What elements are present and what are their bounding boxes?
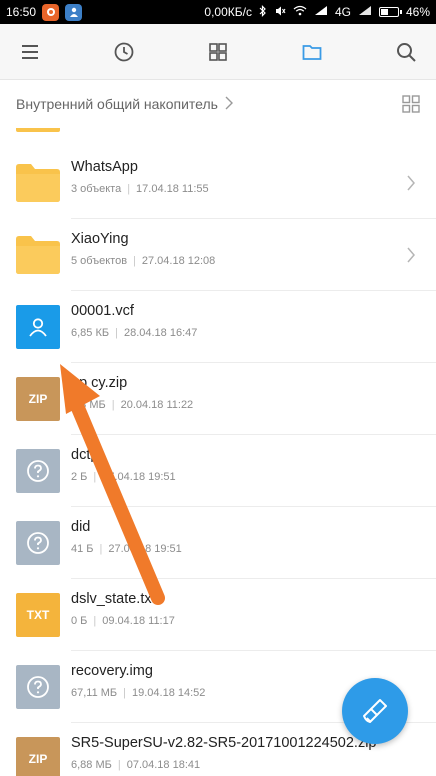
unknown-file-icon xyxy=(16,665,60,709)
list-item[interactable]: did 41 Б | 27.04.18 19:51 xyxy=(0,507,436,579)
file-name: dslv_state.txt xyxy=(71,591,156,607)
file-date: 07.04.18 18:41 xyxy=(126,759,201,771)
grid-icon[interactable] xyxy=(206,40,230,64)
chevron-right-icon xyxy=(407,247,415,263)
list-item[interactable]: dctp 2 Б | 27.04.18 19:51 xyxy=(0,435,436,507)
breadcrumb-label: Внутренний общий накопитель xyxy=(16,96,218,112)
file-date: 27.04.18 19:51 xyxy=(108,543,182,555)
top-toolbar xyxy=(0,24,436,80)
file-size: 0 Б xyxy=(71,615,88,627)
clean-button[interactable] xyxy=(342,678,408,744)
network-type: 4G xyxy=(334,5,351,19)
file-size: 2 Б xyxy=(71,471,88,483)
bluetooth-icon xyxy=(259,4,267,20)
file-name: did xyxy=(71,519,91,535)
signal-icon xyxy=(314,5,328,19)
file-name: 00001.vcf xyxy=(71,303,134,319)
chevron-right-icon xyxy=(224,96,234,113)
zip-file-icon: ZIP xyxy=(16,377,60,421)
folder-icon xyxy=(16,161,60,205)
notification-user-icon xyxy=(65,3,83,21)
file-name: SR5-SuperSU-v2.82-SR5-20171001224502.zip xyxy=(71,735,377,751)
file-name: WhatsApp xyxy=(71,159,138,175)
file-name: ер cy.zip xyxy=(71,375,128,391)
clock-icon[interactable] xyxy=(112,40,136,64)
file-name: recovery.img xyxy=(71,663,153,679)
file-size: 6,88 МБ xyxy=(71,759,112,771)
view-toggle-icon[interactable] xyxy=(402,95,420,113)
mute-icon xyxy=(274,5,286,20)
contact-file-icon xyxy=(16,305,60,349)
folder-icon[interactable] xyxy=(300,40,324,64)
list-item[interactable]: 00001.vcf 6,85 КБ | 28.04.18 16:47 xyxy=(0,291,436,363)
wifi-icon xyxy=(293,5,307,19)
notification-app-icon xyxy=(42,3,60,21)
file-size: 6,85 КБ xyxy=(71,327,110,339)
status-time: 16:50 xyxy=(6,5,37,19)
file-date: 17.04.18 11:55 xyxy=(136,183,209,195)
search-icon[interactable] xyxy=(394,40,418,64)
file-date: 09.04.18 11:17 xyxy=(102,615,175,627)
list-item[interactable]: WhatsApp 3 объекта | 17.04.18 11:55 xyxy=(0,147,436,219)
network-speed: 0,00КБ/с xyxy=(204,5,252,19)
file-name: XiaoYing xyxy=(71,231,129,247)
file-count: 5 объектов xyxy=(71,255,128,267)
list-item[interactable]: ZIP ер cy.zip 4,3 МБ | 20.04.18 11:22 xyxy=(0,363,436,435)
list-item[interactable]: XiaoYing 5 объектов | 27.04.18 12:08 xyxy=(0,219,436,291)
txt-file-icon: TXT xyxy=(16,593,60,637)
file-name: dctp xyxy=(71,447,99,463)
breadcrumb-bar: Внутренний общий накопитель xyxy=(0,80,436,128)
broom-icon xyxy=(363,699,387,723)
unknown-file-icon xyxy=(16,521,60,565)
signal-icon-2 xyxy=(358,5,372,19)
file-date: 27.04.18 12:08 xyxy=(141,255,216,267)
battery-percent: 46% xyxy=(405,5,430,19)
file-date: 28.04.18 16:47 xyxy=(123,327,198,339)
file-date: 19.04.18 14:52 xyxy=(132,687,206,699)
folder-icon xyxy=(16,233,60,277)
status-bar: 16:50 0,00КБ/с 4G 46% xyxy=(0,0,436,24)
chevron-right-icon xyxy=(407,175,415,191)
file-size: 41 Б xyxy=(71,543,94,555)
menu-icon[interactable] xyxy=(18,40,42,64)
breadcrumb[interactable]: Внутренний общий накопитель xyxy=(16,96,234,113)
file-date: 20.04.18 11:22 xyxy=(120,399,194,411)
unknown-file-icon xyxy=(16,449,60,493)
file-count: 3 объекта xyxy=(71,183,122,195)
file-size: 67,11 МБ xyxy=(71,687,118,699)
battery-icon xyxy=(378,7,402,17)
partial-folder-icon xyxy=(16,128,60,132)
zip-file-icon: ZIP xyxy=(16,737,60,776)
list-item[interactable]: TXT dslv_state.txt 0 Б | 09.04.18 11:17 xyxy=(0,579,436,651)
file-date: 27.04.18 19:51 xyxy=(102,471,176,483)
file-size: 4,3 МБ xyxy=(71,399,106,411)
